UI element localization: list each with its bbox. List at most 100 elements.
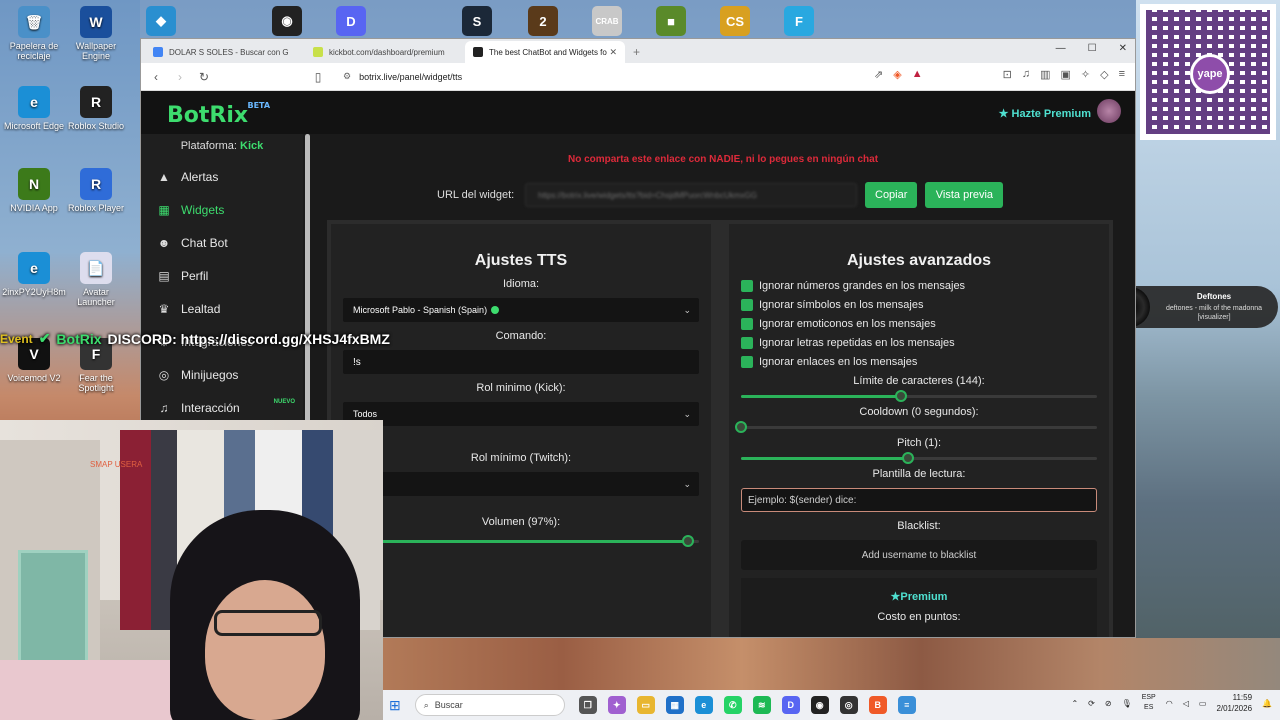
close-tab-icon[interactable]: ✕ xyxy=(609,47,617,58)
close-window-icon[interactable]: ✕ xyxy=(1119,43,1127,54)
media-icon[interactable]: ♫ xyxy=(1022,68,1030,81)
url-field[interactable]: ⚙ botrix.live/panel/widget/tts xyxy=(335,66,855,88)
spotify-icon[interactable]: ≋ xyxy=(752,696,771,714)
ignore-option[interactable]: Ignorar enlaces en los mensajes xyxy=(741,352,1109,371)
checkbox-checked-icon[interactable] xyxy=(741,298,753,311)
language-select[interactable]: Microsoft Pablo - Spanish (Spain) ⌄ xyxy=(343,298,699,322)
network-icon[interactable]: ⟳ xyxy=(1088,699,1095,708)
pitch-slider[interactable] xyxy=(741,452,1097,464)
slider-handle[interactable] xyxy=(682,535,695,547)
game-icon[interactable]: 2 xyxy=(528,6,558,36)
obs-icon[interactable]: ◉ xyxy=(272,6,302,36)
rewards-icon[interactable]: ▲ xyxy=(912,68,923,81)
slider-handle[interactable] xyxy=(902,452,915,464)
desktop-icon[interactable]: R Roblox Studio xyxy=(64,86,128,131)
checkbox-checked-icon[interactable] xyxy=(741,336,753,349)
language-indicator[interactable]: ESP ES xyxy=(1142,693,1156,713)
browser-tab[interactable]: kickbot.com/dashboard/premium xyxy=(305,41,465,63)
browser-tab[interactable]: The best ChatBot and Widgets fo ✕ xyxy=(465,41,625,63)
avatar[interactable] xyxy=(1097,99,1121,123)
windows-start-icon[interactable]: ⊞ xyxy=(389,697,401,714)
site-info-icon[interactable]: ⚙ xyxy=(343,71,351,82)
file-explorer-icon[interactable]: ▭ xyxy=(636,696,655,714)
cooldown-slider[interactable] xyxy=(735,421,1097,433)
share-icon[interactable]: ⇗ xyxy=(874,68,883,81)
slider-handle[interactable] xyxy=(735,421,747,433)
sidebar-icon[interactable]: ▥ xyxy=(1040,68,1050,81)
mic-icon[interactable]: 🎙 xyxy=(1122,699,1132,708)
obs-taskbar-icon[interactable]: ◉ xyxy=(810,696,829,714)
desktop-icon[interactable]: 🗑 Papelera de reciclaje xyxy=(2,6,66,61)
sidebar-item-perfil[interactable]: ▤ Perfil xyxy=(141,259,303,292)
new-tab-button[interactable]: + xyxy=(625,41,648,63)
steam-icon[interactable]: S xyxy=(462,6,492,36)
ai-icon[interactable]: ✧ xyxy=(1081,68,1090,81)
ignore-option[interactable]: Ignorar letras repetidas en los mensajes xyxy=(741,333,1109,352)
wallet-icon[interactable]: ▣ xyxy=(1060,68,1070,81)
copilot-icon[interactable]: ✦ xyxy=(607,696,626,714)
discord-icon[interactable]: D xyxy=(336,6,366,36)
sidebar-item-lealtad[interactable]: ♛ Lealtad xyxy=(141,292,303,325)
desktop-icon[interactable]: W Wallpaper Engine xyxy=(64,6,128,61)
sidebar-item-widgets[interactable]: ▦ Widgets xyxy=(141,193,303,226)
brave-shield-icon[interactable]: ◈ xyxy=(893,68,901,81)
forward-icon[interactable]: › xyxy=(173,70,187,84)
fortnite-icon[interactable]: F xyxy=(784,6,814,36)
crab-game-icon[interactable]: CRAB xyxy=(592,6,622,36)
volume-icon[interactable]: ◁ xyxy=(1183,699,1189,708)
wifi-icon[interactable]: ◠ xyxy=(1166,699,1173,708)
reload-icon[interactable]: ↻ xyxy=(197,70,211,84)
premium-link[interactable]: ★ Hazte Premium xyxy=(999,107,1091,120)
role-kick-select[interactable]: Todos ⌄ xyxy=(343,402,699,426)
browser-tab[interactable]: DOLAR S SOLES - Buscar con Google xyxy=(145,41,305,63)
ignore-option[interactable]: Ignorar números grandes en los mensajes xyxy=(741,276,1109,295)
store-icon[interactable]: ▦ xyxy=(665,696,684,714)
role-twitch-select[interactable]: ⌄ xyxy=(343,472,699,496)
botrix-logo[interactable]: BotRix BETA xyxy=(167,101,270,128)
ignore-option[interactable]: Ignorar emoticonos en los mensajes xyxy=(741,314,1109,333)
char-limit-slider[interactable] xyxy=(741,390,1097,402)
counter-strike-icon[interactable]: CS xyxy=(720,6,750,36)
widget-url-field[interactable]: https://botrix.live/widgets/tts?bid=Chsj… xyxy=(525,183,857,207)
whatsapp-icon[interactable]: ✆ xyxy=(723,696,742,714)
brave-icon[interactable]: B xyxy=(868,696,887,714)
checkbox-checked-icon[interactable] xyxy=(741,317,753,330)
ignore-option[interactable]: Ignorar símbolos en los mensajes xyxy=(741,295,1109,314)
edge-icon[interactable]: e xyxy=(694,696,713,714)
menu-icon[interactable]: ≡ xyxy=(1119,68,1125,81)
desktop-icon[interactable]: 📄 Avatar Launcher xyxy=(64,252,128,307)
vpn-icon[interactable]: ◇ xyxy=(1100,68,1108,81)
desktop-icon[interactable]: N NVIDIA App xyxy=(2,168,66,213)
taskbar-search[interactable]: ⌕ Buscar xyxy=(414,694,565,716)
task-view-icon[interactable]: ❐ xyxy=(578,696,597,714)
command-input[interactable]: !s xyxy=(343,350,699,374)
checkbox-checked-icon[interactable] xyxy=(741,355,753,368)
tray-chevron-icon[interactable]: ⌃ xyxy=(1071,699,1078,708)
game-taskbar-icon[interactable]: ◎ xyxy=(839,696,858,714)
sidebar-item-minijuegos[interactable]: ◎ Minijuegos xyxy=(141,358,303,391)
battery-icon[interactable]: ▭ xyxy=(1199,699,1207,708)
back-icon[interactable]: ‹ xyxy=(149,70,163,84)
template-input[interactable]: Ejemplo: $(sender) dice: xyxy=(741,488,1097,512)
preview-button[interactable]: Vista previa xyxy=(925,182,1004,208)
checkbox-checked-icon[interactable] xyxy=(741,279,753,292)
desktop-icon[interactable]: e 2inxPY2UyH8m xyxy=(2,252,66,297)
discord-taskbar-icon[interactable]: D xyxy=(781,696,800,714)
desktop-icon[interactable]: e Microsoft Edge xyxy=(2,86,66,131)
mute-icon[interactable]: ⊘ xyxy=(1105,699,1112,708)
screenshot-icon[interactable]: ⊡ xyxy=(1003,68,1012,81)
volume-slider[interactable] xyxy=(343,535,699,547)
clock[interactable]: 11:59 2/01/2026 xyxy=(1216,692,1252,714)
minecraft-icon[interactable]: ■ xyxy=(656,6,686,36)
notification-icon[interactable]: 🔔 xyxy=(1262,699,1272,708)
copy-button[interactable]: Copiar xyxy=(865,182,918,208)
slider-handle[interactable] xyxy=(895,390,908,402)
sidebar-item-alertas[interactable]: ▲ Alertas xyxy=(141,160,303,193)
add-blacklist-button[interactable]: Add username to blacklist xyxy=(741,540,1097,570)
kick-app-icon[interactable]: ◆ xyxy=(146,6,176,36)
notepad-icon[interactable]: ≡ xyxy=(897,696,916,714)
desktop-icon[interactable]: R Roblox Player xyxy=(64,168,128,213)
minimize-icon[interactable]: — xyxy=(1056,43,1066,54)
maximize-icon[interactable]: ☐ xyxy=(1088,43,1097,54)
sidebar-item-chatbot[interactable]: ☻ Chat Bot xyxy=(141,226,303,259)
